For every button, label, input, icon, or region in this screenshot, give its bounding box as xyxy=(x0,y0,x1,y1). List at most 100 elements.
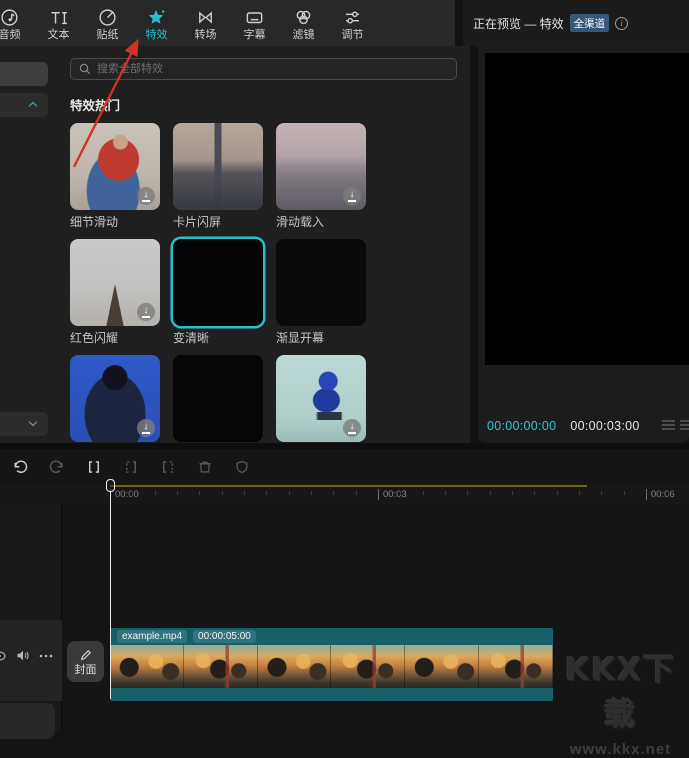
effects-panel: 特效热门 ↓细节滑动卡片闪屏↓滑动载入↓红色闪耀变清晰渐显开幕↓灵魂出窍渐隐闭幕… xyxy=(56,46,470,443)
transition-icon xyxy=(196,7,216,27)
split-right-button[interactable] xyxy=(158,457,178,477)
download-icon: ↓ xyxy=(137,303,155,321)
toolbar-item-filter[interactable]: 滤镜 xyxy=(279,4,328,41)
toggle-visibility-button[interactable] xyxy=(0,650,7,662)
effects-grid: ↓细节滑动卡片闪屏↓滑动载入↓红色闪耀变清晰渐显开幕↓灵魂出窍渐隐闭幕↓过快闪烁 xyxy=(70,123,457,443)
undo-button[interactable] xyxy=(10,457,30,477)
download-icon: ↓ xyxy=(137,419,155,437)
ruler-tick xyxy=(423,491,424,495)
effect-card[interactable]: ↓滑动载入 xyxy=(276,123,366,229)
toolbar-item-sticker[interactable]: 贴纸 xyxy=(83,4,132,41)
info-icon[interactable] xyxy=(615,17,628,30)
category-tab-expand[interactable] xyxy=(0,412,48,436)
undo-icon xyxy=(11,458,29,476)
adjust-icon xyxy=(343,7,363,27)
ruler-tick xyxy=(155,491,156,495)
toolbar-item-label: 贴纸 xyxy=(97,29,119,41)
film-frame xyxy=(184,645,258,688)
speaker-icon xyxy=(16,649,30,662)
ratio-adapt-icon[interactable] xyxy=(662,420,675,432)
ruler-tick xyxy=(244,491,245,495)
effects-icon xyxy=(147,7,167,27)
effect-card[interactable]: 卡片闪屏 xyxy=(173,123,263,229)
ruler-tick xyxy=(333,491,334,495)
preview-panel: 00:00:00:00 00:00:03:00 xyxy=(478,46,689,443)
ellipsis-icon xyxy=(39,654,53,658)
effect-card[interactable]: ↓灵魂出窍 xyxy=(70,355,160,443)
ruler-tick xyxy=(557,491,558,495)
mute-track-button[interactable] xyxy=(16,649,30,662)
watermark-title: KKX下载 xyxy=(552,644,689,734)
ruler-time-label: 00:00 xyxy=(110,489,139,500)
mark-button[interactable] xyxy=(232,457,252,477)
track-controls xyxy=(0,649,62,662)
track-gutter: 封面 xyxy=(0,504,62,731)
timeline-ruler[interactable]: 00:0000:0300:06 xyxy=(0,485,689,504)
toolbar-item-transition[interactable]: 转场 xyxy=(181,4,230,41)
preview-header: 正在预览 — 特效 全渠道 xyxy=(463,0,689,46)
ruler-tick xyxy=(400,491,401,495)
toolbar-item-subtitle[interactable]: 字幕 xyxy=(230,4,279,41)
effect-card[interactable]: 渐隐闭幕 xyxy=(173,355,263,443)
film-frame xyxy=(110,645,184,688)
split-button[interactable] xyxy=(84,457,104,477)
category-tab[interactable] xyxy=(0,62,48,86)
effect-thumbnail[interactable]: ↓ xyxy=(276,123,366,210)
channel-badge: 全渠道 xyxy=(570,14,610,32)
download-icon: ↓ xyxy=(343,419,361,437)
cover-button-label: 封面 xyxy=(75,664,97,676)
effect-thumbnail[interactable] xyxy=(276,239,366,326)
effect-thumbnail[interactable]: ↓ xyxy=(276,355,366,442)
toolbar-item-label: 转场 xyxy=(195,29,217,41)
current-time: 00:00:00:00 xyxy=(487,419,556,433)
audio-icon xyxy=(0,7,20,27)
search-input[interactable] xyxy=(97,59,456,79)
toolbar-item-audio[interactable]: 音频 xyxy=(0,4,34,41)
ruler-tick xyxy=(311,491,312,495)
chevron-down-icon xyxy=(29,418,37,426)
effect-card[interactable]: ↓细节滑动 xyxy=(70,123,160,229)
search-bar xyxy=(70,58,457,80)
more-options-button[interactable] xyxy=(39,654,53,658)
clip-filename: example.mp4 xyxy=(117,630,187,643)
film-frame xyxy=(405,645,479,688)
cover-button[interactable]: 封面 xyxy=(67,641,104,682)
split-icon xyxy=(85,458,103,476)
toolbar-item-text[interactable]: 文本 xyxy=(34,4,83,41)
effect-name: 渐显开幕 xyxy=(276,331,366,345)
effect-card[interactable]: 变清晰 xyxy=(173,239,263,345)
redo-button[interactable] xyxy=(47,457,67,477)
eye-icon xyxy=(0,650,7,662)
redo-icon xyxy=(48,458,66,476)
video-clip[interactable]: example.mp4 00:00:05:00 xyxy=(110,628,553,701)
ruler-tick xyxy=(222,491,223,495)
ruler-tick xyxy=(132,491,133,495)
ruler-tick xyxy=(668,491,669,495)
film-frame xyxy=(331,645,405,688)
toolbar-item-adjust[interactable]: 调节 xyxy=(328,4,377,41)
toolbar-item-effects[interactable]: 特效 xyxy=(132,4,181,41)
effect-thumbnail[interactable] xyxy=(173,123,263,210)
effect-thumbnail[interactable] xyxy=(173,239,263,326)
ratio-full-icon[interactable] xyxy=(680,420,689,432)
ruler-tick xyxy=(445,491,446,495)
category-tab-collapse[interactable] xyxy=(0,93,48,117)
track-area: 封面 example.mp4 00:00:05:00 KKX下载 www.kkx… xyxy=(0,504,689,731)
effect-card[interactable]: ↓ 红色闪耀 xyxy=(70,239,160,345)
ruler-tick xyxy=(579,491,580,495)
effect-thumbnail[interactable]: ↓ xyxy=(70,239,160,326)
clip-header: example.mp4 00:00:05:00 xyxy=(110,628,553,645)
split-right-icon xyxy=(159,458,177,476)
effect-thumbnail[interactable]: ↓ xyxy=(70,355,160,442)
ruler-tick xyxy=(512,491,513,495)
delete-button[interactable] xyxy=(195,457,215,477)
effect-thumbnail[interactable]: ↓ xyxy=(70,123,160,210)
effect-card[interactable]: ↓过快闪烁 xyxy=(276,355,366,443)
split-left-button[interactable] xyxy=(121,457,141,477)
effect-thumbnail[interactable] xyxy=(173,355,263,442)
split-left-icon xyxy=(122,458,140,476)
clip-duration-badge: 00:00:05:00 xyxy=(193,630,256,643)
ruler-tick xyxy=(199,491,200,495)
effect-name: 红色闪耀 xyxy=(70,331,160,345)
effect-card[interactable]: 渐显开幕 xyxy=(276,239,366,345)
